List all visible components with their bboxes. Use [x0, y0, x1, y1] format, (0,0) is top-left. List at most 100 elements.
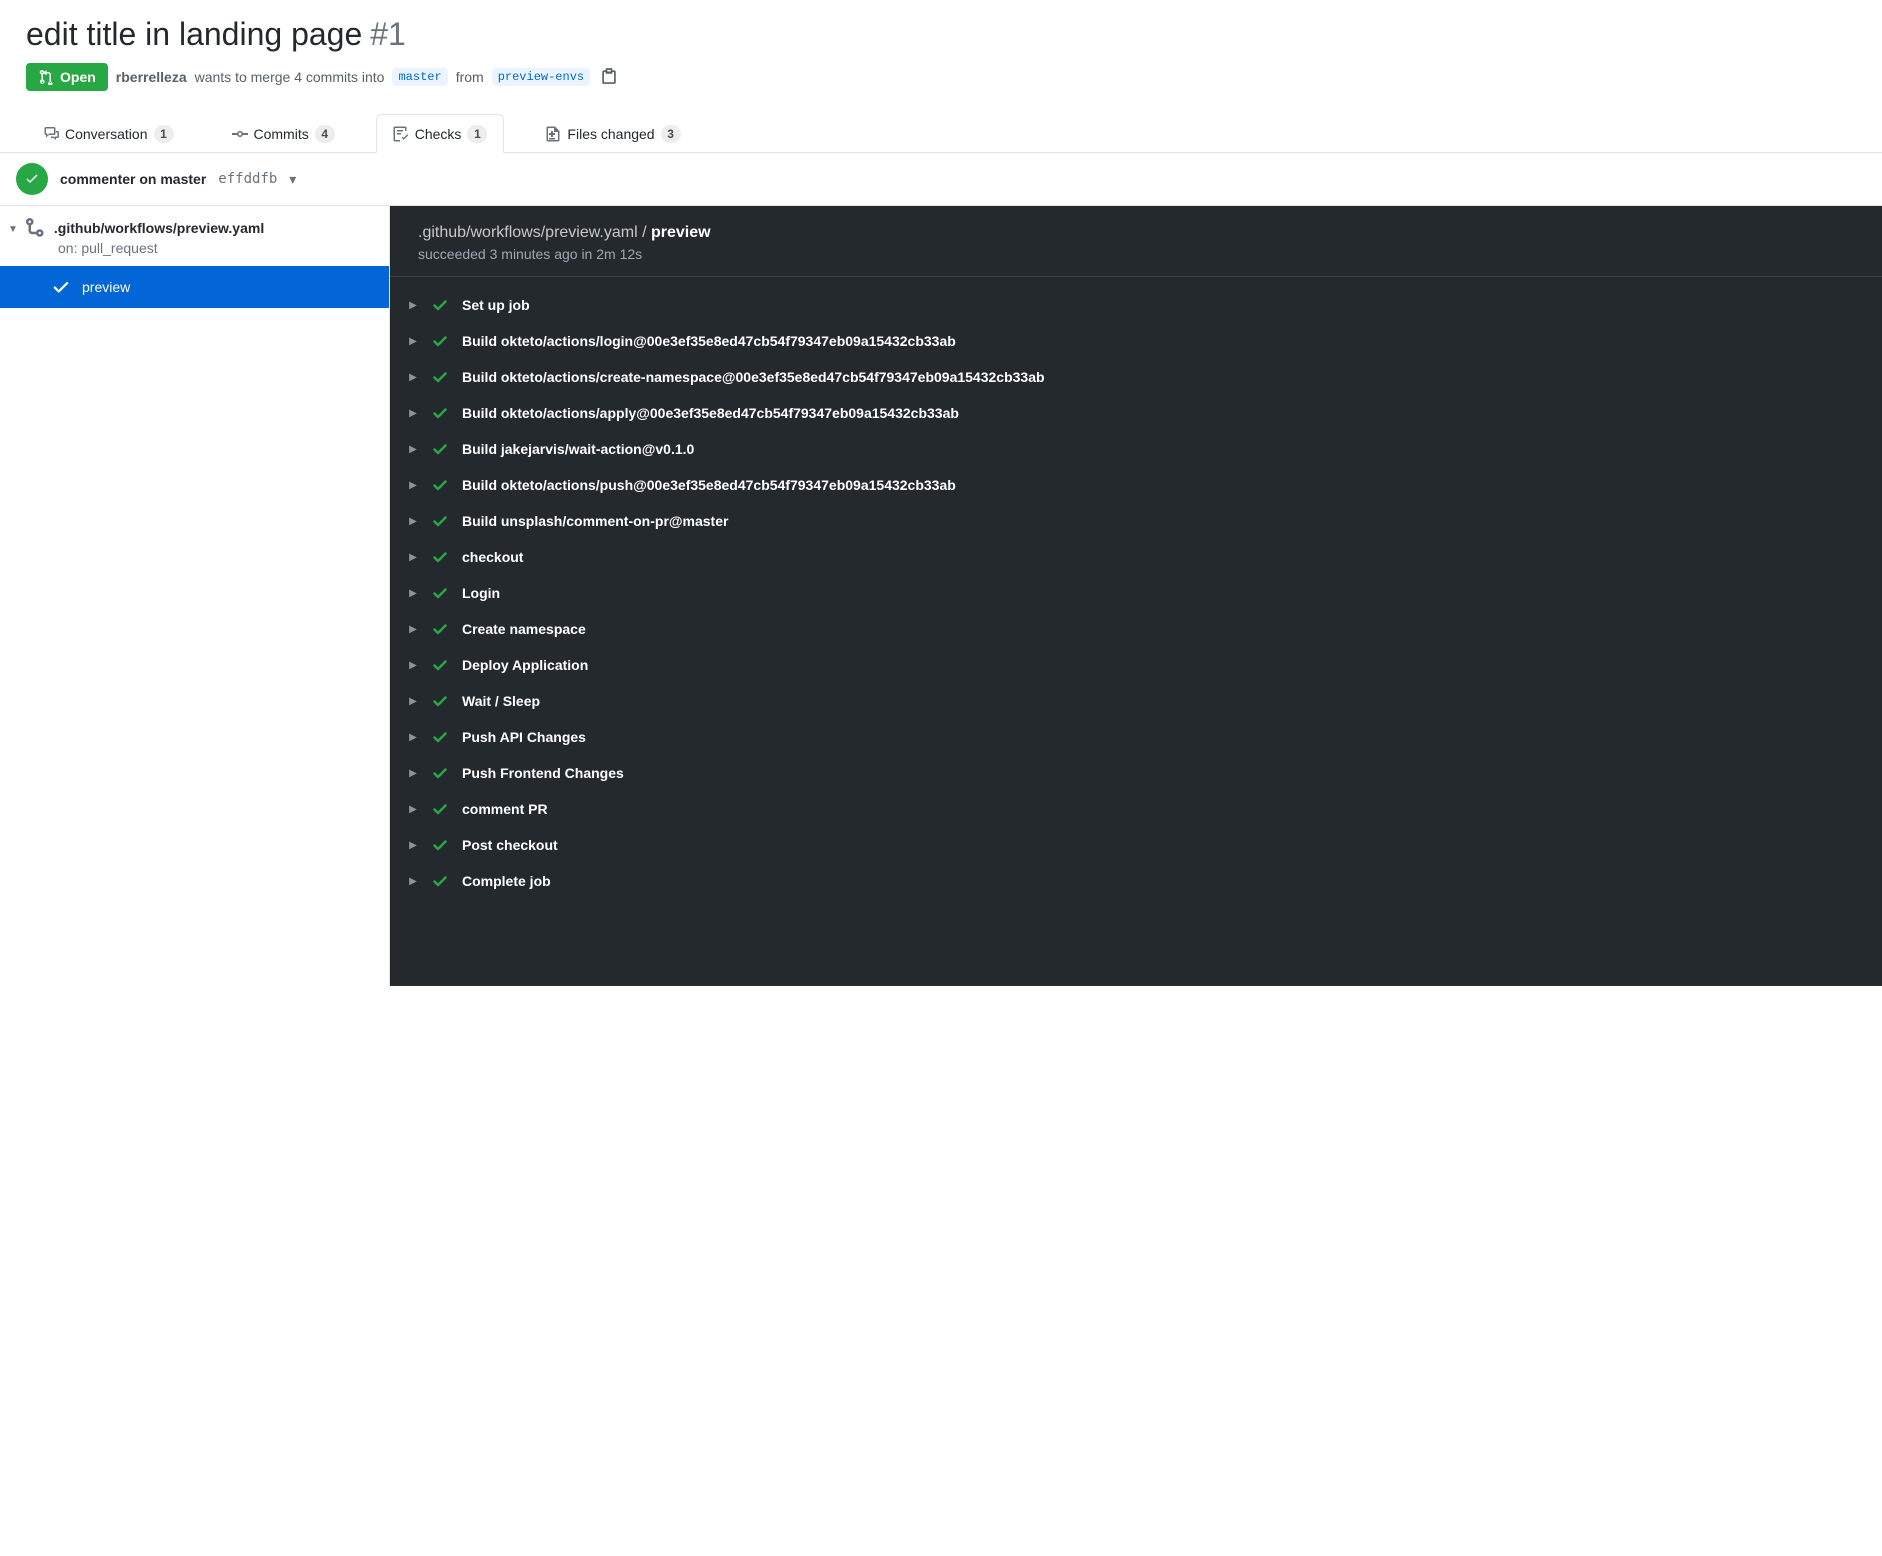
step-row[interactable]: ▶ Build okteto/actions/apply@00e3ef35e8ed…	[404, 395, 1868, 431]
merge-text: wants to merge 4 commits into	[195, 69, 385, 85]
step-label: Push Frontend Changes	[462, 765, 624, 781]
tab-files-count: 3	[661, 125, 681, 143]
step-row[interactable]: ▶checkout	[404, 539, 1868, 575]
tab-conversation-label: Conversation	[65, 126, 148, 142]
head-branch[interactable]: preview-envs	[492, 68, 590, 86]
chevron-right-icon: ▶	[408, 552, 418, 563]
chevron-right-icon: ▶	[408, 876, 418, 887]
workflow-name: .github/workflows/preview.yaml	[54, 220, 264, 236]
pr-author[interactable]: rberrelleza	[116, 69, 187, 85]
check-icon	[432, 297, 448, 313]
tab-files[interactable]: Files changed 3	[528, 114, 697, 153]
step-label: comment PR	[462, 801, 548, 817]
commit-label: commenter on master	[60, 171, 206, 187]
chevron-right-icon: ▶	[408, 480, 418, 491]
tab-files-label: Files changed	[567, 126, 654, 142]
step-label: Complete job	[462, 873, 551, 889]
step-label: Build jakejarvis/wait-action@v0.1.0	[462, 441, 694, 457]
step-row[interactable]: ▶Push API Changes	[404, 719, 1868, 755]
step-label: Push API Changes	[462, 729, 586, 745]
step-row[interactable]: ▶ Complete job	[404, 863, 1868, 899]
step-row[interactable]: ▶ Deploy Application	[404, 647, 1868, 683]
step-label: Build okteto/actions/apply@00e3ef35e8ed4…	[462, 405, 959, 421]
step-row[interactable]: ▶ Build okteto/actions/login@00e3ef35e8ed…	[404, 323, 1868, 359]
check-icon	[432, 585, 448, 601]
check-icon	[432, 657, 448, 673]
tab-commits[interactable]: Commits 4	[215, 114, 352, 153]
step-label: Wait / Sleep	[462, 693, 540, 709]
chevron-right-icon: ▶	[408, 444, 418, 455]
from-word: from	[456, 69, 484, 85]
step-row[interactable]: ▶Create namespace	[404, 611, 1868, 647]
tab-checks[interactable]: Checks 1	[376, 114, 505, 153]
workflow-row[interactable]: ▼ .github/workflows/preview.yaml	[0, 206, 389, 240]
step-row[interactable]: ▶ Build jakejarvis/wait-action@v0.1.0	[404, 431, 1868, 467]
run-status: succeeded 3 minutes ago in 2m 12s	[418, 246, 1854, 262]
clipboard-icon	[600, 67, 618, 85]
file-diff-icon	[545, 126, 561, 142]
run-path-prefix: .github/workflows/preview.yaml	[418, 224, 638, 241]
step-row[interactable]: ▶Login	[404, 575, 1868, 611]
step-row[interactable]: ▶Push Frontend Changes	[404, 755, 1868, 791]
check-icon	[432, 441, 448, 457]
steps-list: ▶ Set up job ▶ Build okteto/actions/login@0…	[390, 277, 1882, 909]
check-icon	[432, 621, 448, 637]
step-row[interactable]: ▶comment PR	[404, 791, 1868, 827]
step-row[interactable]: ▶Build okteto/actions/create-namespace@0…	[404, 359, 1868, 395]
chevron-right-icon: ▶	[408, 408, 418, 419]
pr-state-label: Open	[60, 69, 96, 85]
git-pull-request-icon	[38, 69, 54, 85]
check-icon	[24, 171, 40, 187]
commit-sha: effddfb	[218, 171, 277, 187]
pr-title: edit title in landing page	[26, 16, 362, 53]
step-row[interactable]: ▶ Set up job	[404, 287, 1868, 323]
chevron-right-icon: ▶	[408, 372, 418, 383]
check-icon	[432, 693, 448, 709]
chevron-right-icon: ▶	[408, 624, 418, 635]
check-icon	[432, 405, 448, 421]
run-job-name: preview	[651, 224, 711, 241]
chevron-right-icon: ▶	[408, 660, 418, 671]
chevron-right-icon: ▶	[408, 300, 418, 311]
comment-discussion-icon	[43, 126, 59, 142]
tab-checks-label: Checks	[415, 126, 462, 142]
step-label: Build okteto/actions/push@00e3ef35e8ed47…	[462, 477, 956, 493]
chevron-right-icon: ▶	[408, 588, 418, 599]
check-icon	[432, 837, 448, 853]
chevron-down-icon: ▼	[8, 222, 18, 235]
tab-conversation[interactable]: Conversation 1	[26, 114, 191, 153]
git-commit-icon	[232, 126, 248, 142]
pr-state-badge: Open	[26, 63, 108, 91]
chevron-right-icon: ▶	[408, 336, 418, 347]
tab-commits-count: 4	[315, 125, 335, 143]
copy-branch-button[interactable]	[598, 65, 620, 90]
check-icon	[432, 369, 448, 385]
check-icon	[432, 333, 448, 349]
check-icon	[432, 477, 448, 493]
check-icon	[432, 549, 448, 565]
step-row[interactable]: ▶ Build okteto/actions/push@00e3ef35e8ed4…	[404, 467, 1868, 503]
chevron-right-icon: ▶	[408, 840, 418, 851]
tab-conversation-count: 1	[154, 125, 174, 143]
step-row[interactable]: ▶ Wait / Sleep	[404, 683, 1868, 719]
check-icon	[432, 801, 448, 817]
workflow-icon	[26, 218, 46, 238]
step-label: Build okteto/actions/login@00e3ef35e8ed4…	[462, 333, 956, 349]
tab-checks-count: 1	[467, 125, 487, 143]
path-sep: /	[642, 224, 646, 241]
chevron-right-icon: ▶	[408, 696, 418, 707]
step-label: Deploy Application	[462, 657, 588, 673]
step-label: Set up job	[462, 297, 530, 313]
check-icon	[432, 513, 448, 529]
step-row[interactable]: ▶Build unsplash/comment-on-pr@master	[404, 503, 1868, 539]
step-row[interactable]: ▶Post checkout	[404, 827, 1868, 863]
pr-number: #1	[370, 16, 406, 53]
sidebar-job-preview[interactable]: preview	[0, 266, 389, 308]
checklist-icon	[393, 126, 409, 142]
check-icon	[432, 729, 448, 745]
commit-selector[interactable]: commenter on master effddfb ▾	[0, 153, 1882, 206]
base-branch[interactable]: master	[392, 68, 447, 86]
check-icon	[52, 278, 70, 296]
pr-tabnav: Conversation 1 Commits 4 Checks 1 Files …	[0, 113, 1882, 153]
check-icon	[432, 765, 448, 781]
